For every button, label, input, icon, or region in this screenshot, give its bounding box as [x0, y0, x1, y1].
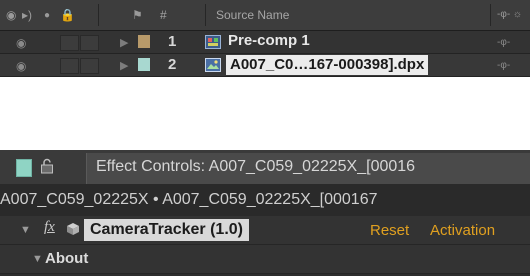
- panel-tab-bar: Effect Controls: A007_C059_02225X_[00016: [0, 150, 530, 184]
- composition-color-swatch: [16, 159, 32, 177]
- layer-name[interactable]: Pre-comp 1: [228, 32, 310, 49]
- audio-icon[interactable]: ▸): [22, 8, 32, 22]
- layer-name[interactable]: A007_C0…167-000398].dpx: [226, 55, 429, 75]
- lock-icon[interactable]: 🔒: [60, 8, 75, 22]
- timeline-panel: ◉ ▸) ● 🔒 ⚑ # Source Name -φ- ☼ ◉ ▶ 1 Pre…: [0, 0, 530, 77]
- audio-toggle-box[interactable]: [60, 58, 79, 74]
- audio-toggle-box[interactable]: [60, 35, 79, 51]
- breadcrumb: A007_C059_02225X • A007_C059_02225X_[000…: [0, 191, 378, 208]
- breadcrumb-bar: A007_C059_02225X • A007_C059_02225X_[000…: [0, 184, 530, 216]
- activation-link[interactable]: Activation: [430, 222, 495, 239]
- layer-label-color[interactable]: [138, 58, 150, 71]
- footage-icon: [205, 58, 221, 72]
- visibility-eye-icon[interactable]: ◉: [16, 36, 26, 50]
- reset-link[interactable]: Reset: [370, 222, 409, 239]
- collapse-triangle-icon[interactable]: ▼: [20, 224, 31, 236]
- fx-toggle-icon[interactable]: fx: [44, 219, 55, 236]
- panel-lock-icon[interactable]: [40, 158, 54, 174]
- source-name-header[interactable]: Source Name: [216, 8, 289, 22]
- effect-cube-icon: [67, 223, 79, 235]
- layer-row[interactable]: ◉ ▶ 1 Pre-comp 1 -φ-: [0, 31, 530, 54]
- layer-label-color[interactable]: [138, 35, 150, 48]
- visibility-eye-icon[interactable]: ◉: [16, 59, 26, 73]
- composition-icon: [205, 35, 221, 49]
- expand-triangle-icon[interactable]: ▶: [120, 36, 128, 49]
- shy-switch-icon[interactable]: -φ-: [497, 60, 510, 71]
- solo-toggle-box[interactable]: [80, 35, 99, 51]
- about-label[interactable]: About: [45, 250, 88, 267]
- shy-switch-icon[interactable]: -φ- ☼: [497, 9, 522, 20]
- layer-row-selected[interactable]: ◉ ▶ 2 A007_C0…167-000398].dpx -φ-: [0, 54, 530, 77]
- collapse-triangle-icon[interactable]: ▼: [32, 253, 43, 265]
- solo-toggle-box[interactable]: [80, 58, 99, 74]
- timeline-header: ◉ ▸) ● 🔒 ⚑ # Source Name -φ- ☼: [0, 0, 530, 31]
- layer-number: 2: [168, 56, 177, 73]
- effect-name[interactable]: CameraTracker (1.0): [84, 219, 249, 241]
- effect-controls-panel: Effect Controls: A007_C059_02225X_[00016…: [0, 150, 530, 276]
- header-divider: [490, 4, 491, 26]
- solo-icon[interactable]: ●: [44, 10, 50, 21]
- effect-header-row[interactable]: ▼ fx CameraTracker (1.0) Reset Activatio…: [0, 216, 530, 245]
- shy-switch-icon[interactable]: -φ-: [497, 37, 510, 48]
- header-divider: [98, 4, 99, 26]
- eye-icon[interactable]: ◉: [6, 8, 16, 22]
- label-tag-icon[interactable]: ⚑: [132, 8, 143, 22]
- about-row[interactable]: ▼ About: [0, 245, 530, 274]
- expand-triangle-icon[interactable]: ▶: [120, 59, 128, 72]
- panel-title[interactable]: Effect Controls: A007_C059_02225X_[00016: [96, 158, 415, 176]
- layer-number: 1: [168, 33, 177, 50]
- header-divider: [205, 4, 206, 26]
- layer-number-header: #: [160, 8, 167, 22]
